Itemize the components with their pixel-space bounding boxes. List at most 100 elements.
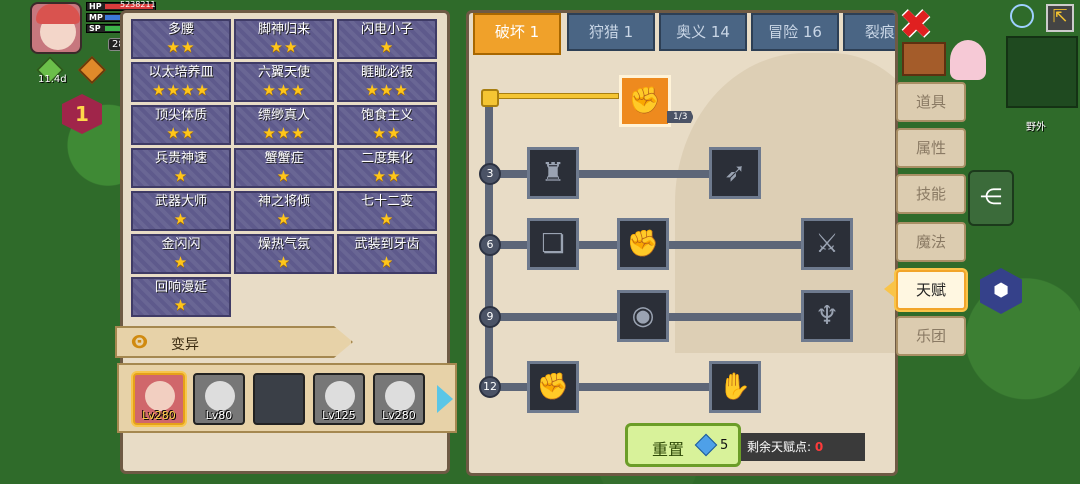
handshake-icon[interactable]: ✊ <box>619 75 671 127</box>
reset-button[interactable]: 重置 5 <box>625 423 741 467</box>
tier-badge: 6 <box>479 234 501 256</box>
menu-magic[interactable]: 魔法 <box>896 222 966 262</box>
player-avatar[interactable] <box>30 2 82 54</box>
tab-destroy[interactable]: 破坏 1 <box>473 13 561 55</box>
close-icon[interactable]: ✖ <box>898 5 934 45</box>
talent-name: 缥缈真人 <box>257 108 310 123</box>
talent-tabs: 破坏 1 狩猎 1 奥义 14 冒险 16 裂痕 1 <box>471 13 895 55</box>
star-rating-icon: ★★ <box>372 124 402 142</box>
star-rating-icon: ★★★★ <box>152 81 210 99</box>
blade-strike-icon[interactable]: ⚔ <box>801 218 853 270</box>
menu-band[interactable]: 乐团 <box>896 316 966 356</box>
menu-attributes[interactable]: 属性 <box>896 128 966 168</box>
star-rating-icon: ★★ <box>166 38 196 56</box>
talent-name: 饱食主义 <box>360 108 413 123</box>
talent-name: 金闪闪 <box>161 237 201 252</box>
talent-card[interactable]: 武装到牙齿 ★ <box>337 234 437 274</box>
talent-name: 武装到牙齿 <box>354 237 420 252</box>
talent-name: 脚神归来 <box>257 22 310 37</box>
tab-rift[interactable]: 裂痕 1 <box>843 13 895 51</box>
talent-tree-panel: 破坏 1 狩猎 1 奥义 14 冒险 16 裂痕 1 3 6 9 12 ✊ 1/… <box>466 10 898 476</box>
talent-card[interactable]: 兵贵神速 ★ <box>131 148 231 188</box>
network-icon <box>1010 4 1034 28</box>
talent-card[interactable]: 燥热气氛 ★ <box>234 234 334 274</box>
share-icon[interactable]: ⋲ <box>968 170 1014 226</box>
minimap[interactable] <box>1006 36 1078 108</box>
dice-icon[interactable]: 1 <box>62 94 102 134</box>
talent-card[interactable]: 神之将倾 ★ <box>234 191 334 231</box>
raised-fist-icon[interactable]: ✊ <box>527 361 579 413</box>
ripple-orb-icon[interactable]: ◉ <box>617 290 669 342</box>
star-rating-icon: ★★★ <box>365 81 409 99</box>
mutation-slot[interactable]: Lv280 <box>373 373 425 425</box>
menu-pointer <box>884 281 894 297</box>
talent-name: 顶尖体质 <box>154 108 207 123</box>
star-rating-icon: ★ <box>173 210 189 228</box>
armored-body-icon[interactable]: ♜ <box>527 147 579 199</box>
star-rating-icon: ★ <box>379 253 395 271</box>
tier-line <box>489 313 849 321</box>
arrow-pierce-icon[interactable]: ➶ <box>709 147 761 199</box>
star-rating-icon: ★★ <box>269 38 299 56</box>
buff-time: 11.4d <box>38 74 67 85</box>
sp-label: SP <box>89 24 101 33</box>
talent-card[interactable]: 睚眦必报 ★★★ <box>337 62 437 102</box>
talent-card[interactable]: 饱食主义 ★★ <box>337 105 437 145</box>
menu-skills[interactable]: 技能 <box>896 174 966 214</box>
tab-hunt[interactable]: 狩猎 1 <box>567 13 655 51</box>
mutation-header: ⵙ 变异 <box>115 326 353 358</box>
talent-card[interactable]: 七十二变 ★ <box>337 191 437 231</box>
talent-card[interactable]: 回响漫延 ★ <box>131 277 231 317</box>
mutation-slot-empty[interactable] <box>253 373 305 425</box>
talent-card[interactable]: 多腰 ★★ <box>131 19 231 59</box>
star-rating-icon: ★ <box>276 167 292 185</box>
talent-name: 武器大师 <box>154 194 207 209</box>
talent-name: 回响漫延 <box>154 280 207 295</box>
star-rating-icon: ★ <box>379 38 395 56</box>
star-rating-icon: ★★★ <box>262 81 306 99</box>
remaining-points: 剩余天赋点: 0 <box>741 433 865 461</box>
clenched-hand-icon[interactable]: ✋ <box>709 361 761 413</box>
diamond-icon <box>694 433 718 457</box>
talent-card[interactable]: 以太培养皿 ★★★★ <box>131 62 231 102</box>
scroll-right-arrow-icon[interactable] <box>437 385 453 413</box>
star-rating-icon: ★★★ <box>262 124 306 142</box>
skill-rank-label: 1/3 <box>667 111 694 123</box>
tab-adventure[interactable]: 冒险 16 <box>751 13 839 51</box>
talent-card[interactable]: 脚神归来 ★★ <box>234 19 334 59</box>
tier-badge: 12 <box>479 376 501 398</box>
menu-talent[interactable]: 天赋 <box>896 270 966 310</box>
talent-card[interactable]: 闪电小子 ★ <box>337 19 437 59</box>
talent-card[interactable]: 武器大师 ★ <box>131 191 231 231</box>
star-rating-icon: ★ <box>276 210 292 228</box>
hex-menu-icon[interactable]: ⬢ <box>980 268 1022 314</box>
tab-esoteric[interactable]: 奥义 14 <box>659 13 747 51</box>
exit-icon[interactable]: ⇱ <box>1046 4 1074 32</box>
talent-card[interactable]: 金闪闪 ★ <box>131 234 231 274</box>
fist-grab-icon[interactable]: ✊ <box>617 218 669 270</box>
mutation-slot[interactable]: Lv125 <box>313 373 365 425</box>
star-rating-icon: ★ <box>173 296 189 314</box>
reset-label: 重置 <box>652 440 685 459</box>
talent-card[interactable]: 蟹蟹症 ★ <box>234 148 334 188</box>
shield-book-icon[interactable]: ❏ <box>527 218 579 270</box>
talent-card[interactable]: 缥缈真人 ★★★ <box>234 105 334 145</box>
mutation-slot[interactable]: Lv80 <box>193 373 245 425</box>
menu-items[interactable]: 道具 <box>896 82 966 122</box>
talent-name: 六翼天使 <box>257 65 310 80</box>
star-rating-icon: ★ <box>173 167 189 185</box>
buff2-icon[interactable] <box>77 55 107 85</box>
demon-wing-icon[interactable]: ♆ <box>801 290 853 342</box>
talent-card[interactable]: 顶尖体质 ★★ <box>131 105 231 145</box>
talent-card[interactable]: 六翼天使 ★★★ <box>234 62 334 102</box>
mutation-slot[interactable]: Lv280 <box>133 373 185 425</box>
tree-root-knob <box>481 89 499 107</box>
talent-card[interactable]: 二度集化 ★★ <box>337 148 437 188</box>
star-rating-icon: ★★ <box>372 167 402 185</box>
talent-grid: 多腰 ★★ 脚神归来 ★★ 闪电小子 ★ 以太培养皿 ★★★★ 六翼天使 ★★★ 睚眦必报 ★★★ 顶尖… <box>131 19 441 317</box>
talent-name: 二度集化 <box>360 151 413 166</box>
mutation-title: 变异 <box>171 337 199 353</box>
map-house <box>902 42 946 76</box>
tier-badge: 3 <box>479 163 501 185</box>
talent-name: 闪电小子 <box>360 22 413 37</box>
